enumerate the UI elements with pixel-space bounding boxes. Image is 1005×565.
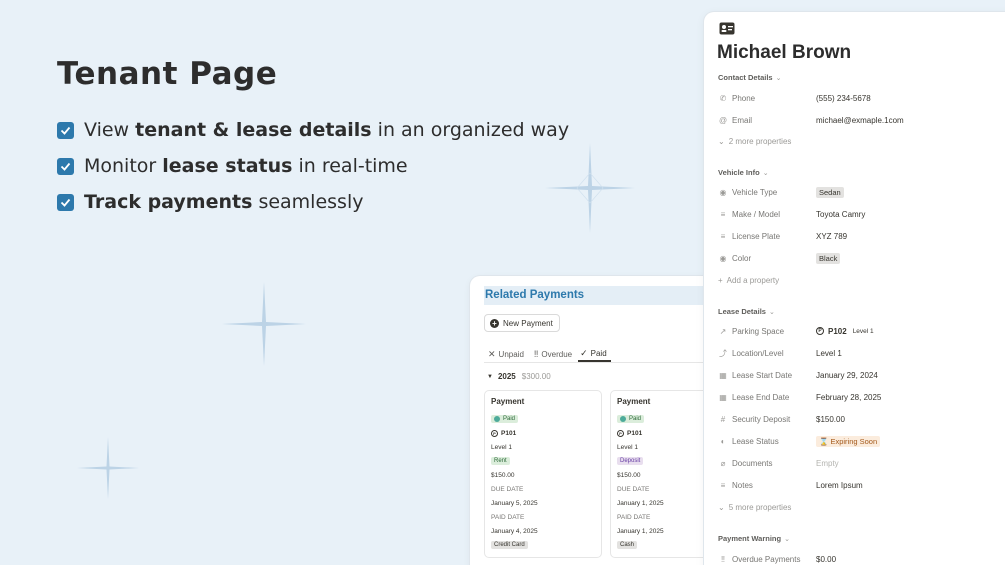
- rollup-icon: ⤴: [719, 348, 727, 358]
- chevron-down-icon: ⌄: [784, 535, 790, 543]
- sparkle-decoration: [77, 437, 139, 499]
- property-phone[interactable]: ✆ Phone (555) 234-5678: [718, 90, 1005, 106]
- checkbox-icon: [57, 193, 74, 211]
- contact-card-icon: [719, 22, 735, 40]
- feature-text: Track payments seamlessly: [84, 191, 364, 213]
- at-icon: @: [718, 115, 728, 125]
- parking-space-tag: P P101: [491, 429, 516, 437]
- checkbox-icon: [57, 121, 74, 139]
- promo-title: Tenant Page: [57, 56, 278, 92]
- property-lease-status[interactable]: ◐ Lease Status ⌛ Expiring Soon: [718, 433, 1005, 449]
- property-vehicle-type[interactable]: ◉ Vehicle Type Sedan: [718, 184, 1005, 200]
- sparkle-decoration: [222, 282, 306, 366]
- add-property-button[interactable]: + Add a property: [718, 276, 779, 285]
- calendar-icon: ▦: [719, 392, 727, 402]
- select-icon: ◉: [719, 187, 727, 197]
- group-header[interactable]: ▼ 2025 $300.00: [487, 372, 551, 381]
- property-overdue-payments[interactable]: ‼ Overdue Payments $0.00: [718, 551, 1005, 565]
- property-location-level[interactable]: ⤴ Location/Level Level 1: [718, 345, 1005, 361]
- chevron-down-icon: ⌄: [775, 74, 782, 82]
- feature-text: Monitor lease status in real-time: [84, 155, 408, 177]
- property-notes[interactable]: ≡ Notes Lorem Ipsum: [718, 477, 1005, 493]
- property-make-model[interactable]: ≡ Make / Model Toyota Camry: [718, 206, 1005, 222]
- new-payment-button[interactable]: + New Payment: [484, 314, 560, 332]
- phone-icon: ✆: [719, 93, 727, 103]
- type-badge: Deposit: [617, 457, 644, 465]
- status-badge: ⌛ Expiring Soon: [816, 435, 881, 447]
- property-lease-end[interactable]: ▦ Lease End Date February 28, 2025: [718, 389, 1005, 405]
- calendar-icon: ▦: [719, 370, 727, 380]
- property-email[interactable]: @ Email michael@exmaple.1com: [718, 112, 1005, 128]
- method-badge: Cash: [617, 541, 638, 549]
- tab-overdue[interactable]: ‼ Overdue: [534, 346, 572, 362]
- type-badge: Rent: [491, 457, 510, 465]
- plus-icon: +: [718, 276, 723, 285]
- exclamation-icon: ‼: [721, 554, 725, 564]
- related-payments-title[interactable]: Related Payments: [484, 286, 720, 305]
- section-payment-warning[interactable]: Payment Warning ⌄: [718, 534, 790, 543]
- chevron-down-icon: ⌄: [762, 169, 769, 177]
- feature-item: Track payments seamlessly: [57, 184, 569, 220]
- tab-unpaid[interactable]: ✕ Unpaid: [488, 346, 524, 362]
- text-lines-icon: ≡: [720, 209, 726, 219]
- payment-card[interactable]: Payment Paid P P101 Level 1 Rent $150.00 …: [484, 390, 602, 558]
- checkbox-icon: [57, 157, 74, 175]
- plus-circle-icon: +: [490, 318, 499, 328]
- select-icon: ◉: [719, 253, 727, 263]
- property-license-plate[interactable]: ≡ License Plate XYZ 789: [718, 228, 1005, 244]
- filter-tabs: ✕ Unpaid ‼ Overdue ✓ Paid: [488, 346, 621, 362]
- property-color[interactable]: ◉ Color Black: [718, 250, 1005, 266]
- text-lines-icon: ≡: [720, 480, 726, 490]
- parking-space-tag: P P101: [617, 429, 642, 437]
- chevron-down-icon: ⌄: [718, 137, 725, 146]
- check-icon: ✓: [580, 347, 588, 358]
- exclamation-icon: ‼: [533, 349, 539, 359]
- text-lines-icon: ≡: [720, 231, 726, 241]
- relation-arrow-icon: ↗: [719, 326, 727, 336]
- hash-icon: #: [720, 414, 726, 424]
- due-date: January 5, 2025: [491, 499, 538, 507]
- property-parking-space[interactable]: ↗ Parking Space P P102 Level 1: [718, 323, 1005, 339]
- more-properties-toggle[interactable]: ⌄ 5 more properties: [718, 503, 791, 512]
- section-vehicle-info[interactable]: Vehicle Info ⌄: [718, 168, 769, 177]
- parking-icon: P: [491, 429, 498, 437]
- parking-icon: P: [816, 327, 824, 335]
- feature-text: View tenant & lease details in an organi…: [84, 119, 570, 141]
- more-properties-toggle[interactable]: ⌄ 2 more properties: [718, 137, 791, 146]
- status-dot-icon: [494, 416, 500, 422]
- feature-list: View tenant & lease details in an organi…: [57, 112, 569, 220]
- property-documents[interactable]: ⌀ Documents Empty: [718, 455, 1005, 471]
- divider: [484, 362, 720, 363]
- section-lease-details[interactable]: Lease Details ⌄: [718, 307, 775, 316]
- status-badge: Paid: [617, 415, 645, 423]
- parking-icon: P: [617, 429, 624, 437]
- feature-item: View tenant & lease details in an organi…: [57, 112, 569, 148]
- related-payments-panel: Related Payments + New Payment ✕ Unpaid ‼…: [470, 276, 720, 565]
- property-security-deposit[interactable]: # Security Deposit $150.00: [718, 411, 1005, 427]
- section-contact-details[interactable]: Contact Details ⌄: [718, 73, 781, 82]
- triangle-down-icon: ▼: [487, 373, 493, 380]
- paid-date: January 4, 2025: [491, 527, 538, 535]
- status-icon: ◐: [720, 436, 726, 446]
- property-lease-start[interactable]: ▦ Lease Start Date January 29, 2024: [718, 367, 1005, 383]
- tab-paid[interactable]: ✓ Paid: [578, 346, 611, 362]
- method-badge: Credit Card: [491, 541, 528, 549]
- tenant-detail-panel: Michael Brown Contact Details ⌄ ✆ Phone (55…: [704, 12, 1005, 565]
- tenant-name[interactable]: Michael Brown: [717, 42, 851, 64]
- chevron-down-icon: ⌄: [718, 503, 725, 512]
- chevron-down-icon: ⌄: [768, 308, 775, 316]
- feature-item: Monitor lease status in real-time: [57, 148, 569, 184]
- amount: $150.00: [491, 471, 515, 479]
- status-dot-icon: [620, 416, 626, 422]
- x-icon: ✕: [488, 348, 496, 359]
- status-badge: Paid: [491, 415, 519, 423]
- paperclip-icon: ⌀: [720, 458, 726, 468]
